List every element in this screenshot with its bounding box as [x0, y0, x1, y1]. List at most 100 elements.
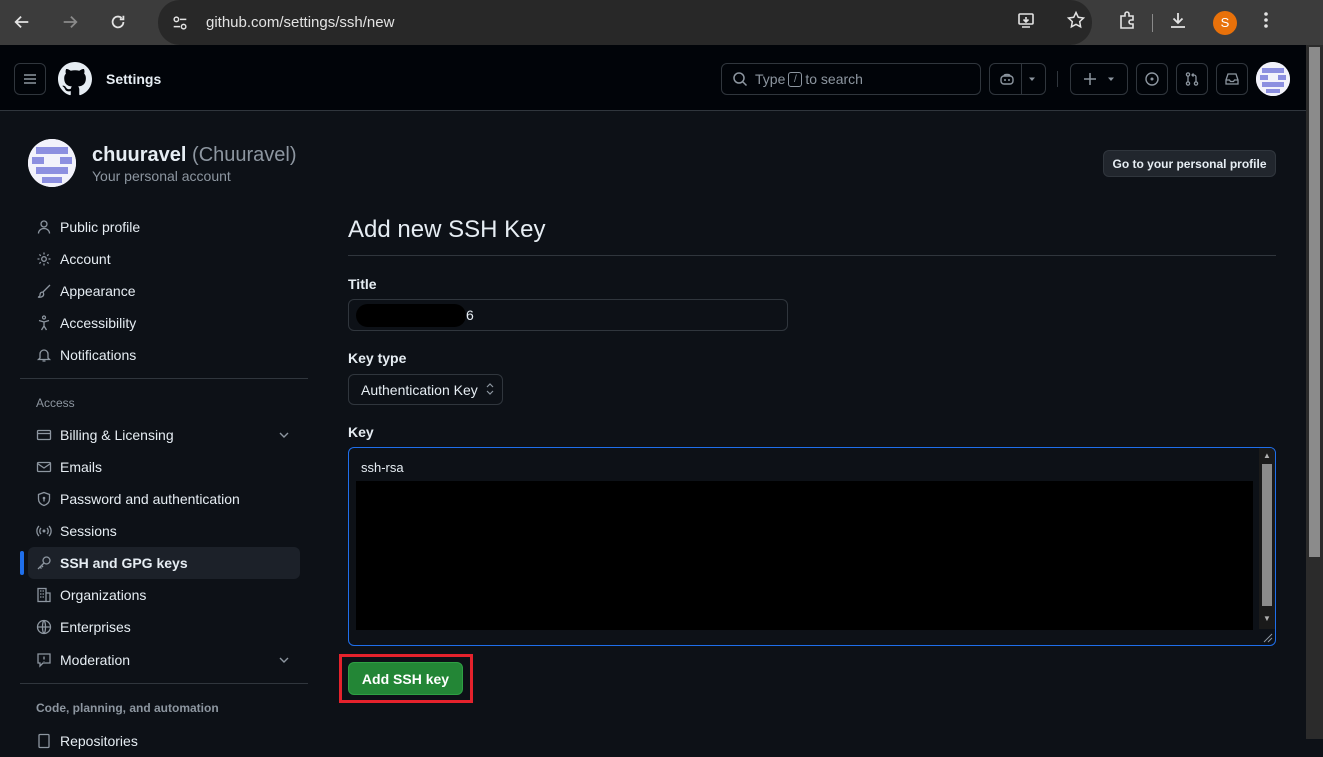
profile-username: chuuravel: [92, 144, 187, 166]
add-ssh-key-button[interactable]: Add SSH key: [348, 662, 463, 695]
toolbar-divider: [1152, 13, 1153, 32]
key-field-label: Key: [348, 424, 374, 440]
sidebar-item-label: Enterprises: [60, 619, 131, 635]
issue-opened-icon: [1145, 72, 1159, 86]
issues-button[interactable]: [1136, 63, 1168, 95]
sidebar-item-enterprises[interactable]: Enterprises: [28, 611, 300, 643]
bookmark-star-icon[interactable]: [1066, 10, 1086, 35]
repo-icon: [36, 733, 52, 749]
search-placeholder-suffix: to search: [805, 71, 863, 87]
page-scrollbar-thumb[interactable]: [1309, 47, 1320, 557]
inbox-button[interactable]: [1216, 63, 1248, 95]
sidebar-item-emails[interactable]: Emails: [28, 451, 300, 483]
active-indicator: [20, 551, 24, 575]
create-new-button[interactable]: [1070, 63, 1128, 95]
key-icon: [36, 555, 52, 571]
sidebar-item-label: Appearance: [60, 283, 136, 299]
site-settings-icon[interactable]: [160, 3, 200, 43]
page-scrollbar[interactable]: [1306, 45, 1323, 739]
sidebar-item-label: Repositories: [60, 733, 138, 749]
title-input[interactable]: 6: [348, 299, 788, 331]
profile-name[interactable]: chuuravel (Chuuravel): [92, 144, 297, 167]
title-divider: [348, 255, 1276, 256]
sidebar-divider: [20, 683, 308, 684]
key-type-value: Authentication Key: [361, 381, 478, 398]
sidebar-item-public-profile[interactable]: Public profile: [28, 211, 300, 243]
browser-toolbar: github.com/settings/ssh/new S: [0, 0, 1323, 45]
key-type-label: Key type: [348, 350, 407, 366]
git-pull-request-icon: [1185, 72, 1199, 86]
chevron-down-icon: [1029, 77, 1035, 81]
sidebar-item-label: Public profile: [60, 219, 141, 235]
key-textarea-value: ssh-rsa: [361, 460, 404, 475]
redacted-overlay: [356, 481, 1253, 630]
chevron-down-icon: [1108, 77, 1114, 81]
go-to-profile-button[interactable]: Go to your personal profile: [1103, 150, 1276, 177]
hamburger-icon: [24, 74, 36, 84]
sidebar-item-accessibility[interactable]: Accessibility: [28, 307, 300, 339]
sidebar-item-sessions[interactable]: Sessions: [28, 515, 300, 547]
sidebar-item-notifications[interactable]: Notifications: [28, 339, 300, 371]
sidebar-item-organizations[interactable]: Organizations: [28, 579, 300, 611]
reload-icon[interactable]: [101, 5, 135, 39]
search-placeholder-prefix: Type: [755, 71, 786, 87]
browser-menu-icon[interactable]: [1263, 10, 1269, 35]
page-title: Add new SSH Key: [348, 216, 546, 243]
user-avatar[interactable]: [1256, 62, 1290, 96]
key-type-select[interactable]: Authentication Key: [348, 374, 503, 405]
url-text[interactable]: github.com/settings/ssh/new: [206, 14, 394, 31]
search-input[interactable]: Type / to search: [721, 63, 981, 95]
gear-icon: [36, 251, 52, 267]
mail-icon: [36, 459, 52, 475]
browser-profile-avatar[interactable]: S: [1213, 10, 1237, 35]
hamburger-menu-button[interactable]: [14, 63, 46, 95]
chevron-down-icon: [278, 428, 290, 444]
downloads-icon[interactable]: [1167, 9, 1189, 36]
resize-grip-icon[interactable]: [1261, 631, 1273, 643]
sidebar-item-password[interactable]: Password and authentication: [28, 483, 300, 515]
github-header: Settings Type / to search: [0, 45, 1306, 111]
sidebar-item-billing[interactable]: Billing & Licensing: [28, 419, 300, 451]
plus-icon: [1084, 73, 1096, 85]
header-divider: [1057, 71, 1058, 87]
chevron-down-icon: [278, 653, 290, 669]
select-arrows-icon: [486, 382, 494, 398]
address-bar[interactable]: github.com/settings/ssh/new: [158, 0, 1092, 45]
back-icon[interactable]: [5, 5, 39, 39]
sidebar-item-moderation[interactable]: Moderation: [28, 644, 300, 676]
copilot-button[interactable]: [989, 63, 1046, 95]
forward-icon[interactable]: [53, 5, 87, 39]
sidebar-item-label: Organizations: [60, 587, 147, 603]
install-app-icon[interactable]: [1016, 10, 1036, 35]
broadcast-icon: [36, 523, 52, 539]
sidebar-section-code: Code, planning, and automation: [36, 701, 219, 715]
sidebar-item-label: Emails: [60, 459, 103, 475]
textarea-scrollbar[interactable]: ▲ ▼: [1259, 448, 1275, 629]
github-logo-icon[interactable]: [58, 62, 92, 96]
title-field-label: Title: [348, 276, 377, 292]
scroll-up-icon[interactable]: ▲: [1263, 451, 1271, 460]
sidebar-item-label: Account: [60, 251, 111, 267]
pull-requests-button[interactable]: [1176, 63, 1208, 95]
person-icon: [36, 219, 52, 235]
header-context-title[interactable]: Settings: [106, 71, 161, 87]
globe-icon: [36, 619, 52, 635]
shield-lock-icon: [36, 491, 52, 507]
sidebar-item-account[interactable]: Account: [28, 243, 300, 275]
sidebar-item-label: Moderation: [60, 652, 131, 668]
sidebar-item-appearance[interactable]: Appearance: [28, 275, 300, 307]
key-textarea[interactable]: ssh-rsa ▲ ▼: [348, 447, 1276, 646]
redacted-overlay: [356, 304, 466, 327]
title-input-value: 6: [466, 307, 474, 323]
extensions-icon[interactable]: [1116, 9, 1138, 36]
sidebar-item-label: Accessibility: [60, 315, 137, 331]
sidebar-item-label: Billing & Licensing: [60, 427, 174, 443]
textarea-scrollbar-thumb[interactable]: [1262, 464, 1272, 606]
paintbrush-icon: [36, 283, 52, 299]
bell-icon: [36, 347, 52, 363]
search-icon: [733, 72, 748, 87]
scroll-down-icon[interactable]: ▼: [1263, 614, 1271, 623]
search-shortcut-key: /: [788, 71, 803, 87]
sidebar-item-repositories[interactable]: Repositories: [28, 725, 300, 757]
sidebar-item-ssh-gpg-keys[interactable]: SSH and GPG keys: [28, 547, 300, 579]
